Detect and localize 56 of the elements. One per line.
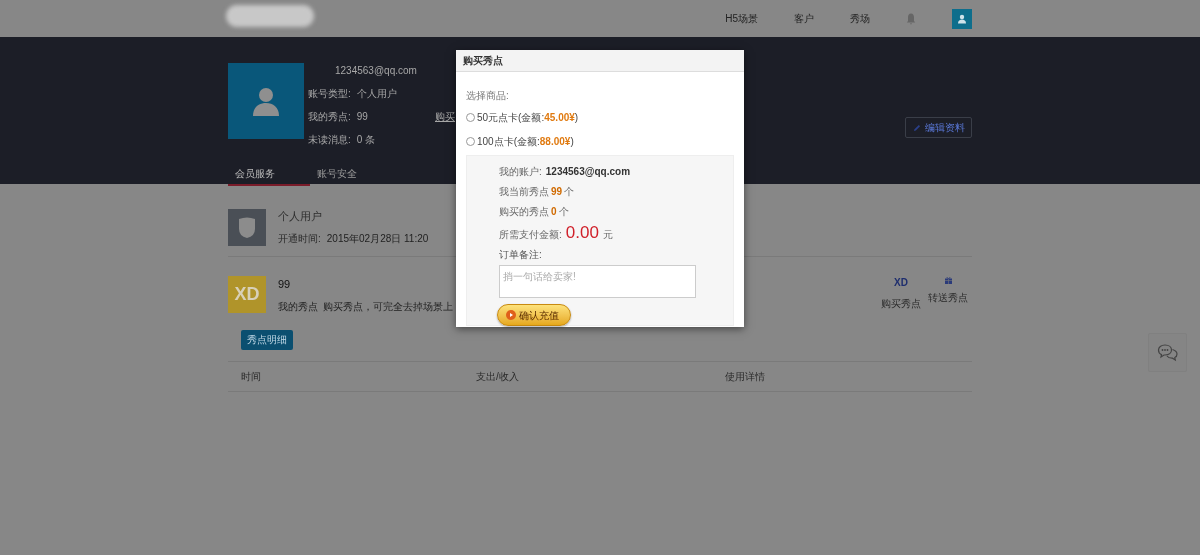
field-label: 我的秀点:	[308, 110, 351, 124]
user-button[interactable]	[952, 8, 972, 29]
action-link[interactable]: 转送秀点	[928, 275, 968, 311]
shield-icon	[228, 209, 266, 246]
field-value: 99	[356, 110, 368, 124]
pencil-icon	[912, 123, 921, 132]
field-label: 账号类型:	[308, 87, 351, 101]
field-value: 个人用户	[356, 87, 397, 101]
play-icon	[506, 310, 516, 320]
confirm-button[interactable]: 确认充值	[497, 304, 571, 326]
dialog-title: 购买秀点	[463, 54, 503, 68]
xd-icon: XD	[228, 276, 266, 313]
bought-label: 购买的秀点	[499, 205, 549, 219]
opened-time: 2015年02月28日 11:20	[326, 231, 429, 246]
points-label: 我的秀点	[278, 299, 318, 314]
account-label: 我的账户:	[499, 165, 542, 179]
account-type: 个人用户	[278, 209, 323, 224]
xd-icon: XD	[894, 275, 908, 290]
current-label: 我当前秀点	[499, 185, 549, 199]
nav-link[interactable]: 秀场	[850, 11, 870, 26]
chat-icon	[1156, 342, 1179, 363]
radio-button[interactable]	[466, 137, 475, 146]
current-points: 99	[551, 185, 563, 199]
tab[interactable]: 账号安全	[310, 166, 392, 186]
action-link[interactable]: XD 购买秀点	[881, 275, 921, 311]
option-label[interactable]: 50元点卡(金额:45.00¥)	[477, 110, 579, 125]
unit-label: 元	[602, 228, 613, 242]
radio-button[interactable]	[466, 113, 475, 122]
note-label: 订单备注:	[499, 248, 542, 260]
chat-button[interactable]	[1148, 333, 1187, 372]
nav-link[interactable]: 客户	[794, 11, 814, 26]
account-value: 1234563@qq.com	[545, 165, 631, 179]
opened-label: 开通时间:	[278, 231, 321, 246]
bell-icon[interactable]	[906, 12, 916, 25]
pay-amount: 0.00	[565, 222, 599, 244]
field-label: 未读消息:	[308, 133, 351, 147]
edit-button[interactable]: 编辑资料	[905, 117, 972, 138]
pay-label: 所需支付金额:	[499, 228, 562, 242]
points-value: 99	[278, 277, 292, 292]
nav-link[interactable]: H5场景	[725, 11, 758, 26]
tab[interactable]: 会员服务	[228, 166, 310, 186]
buy-link[interactable]: 购买	[435, 109, 455, 124]
field-value: 0 条	[356, 133, 376, 147]
unit-label: 个	[558, 205, 569, 219]
column-header: 使用详情	[725, 370, 766, 384]
column-header: 支出/收入	[476, 370, 520, 384]
unit-label: 个	[564, 185, 575, 199]
user-email: 1234563@qq.com	[334, 64, 418, 78]
bought-points: 0	[551, 205, 557, 219]
points-description: 购买秀点，可完全去掉场景上	[323, 299, 453, 314]
gift-icon	[944, 277, 952, 284]
option-label[interactable]: 100点卡(金额:88.00¥)	[477, 134, 574, 149]
detail-button[interactable]: 秀点明细	[241, 329, 293, 350]
choose-label: 选择商品:	[466, 89, 510, 103]
user-icon	[957, 13, 967, 24]
column-header: 时间	[240, 370, 262, 384]
